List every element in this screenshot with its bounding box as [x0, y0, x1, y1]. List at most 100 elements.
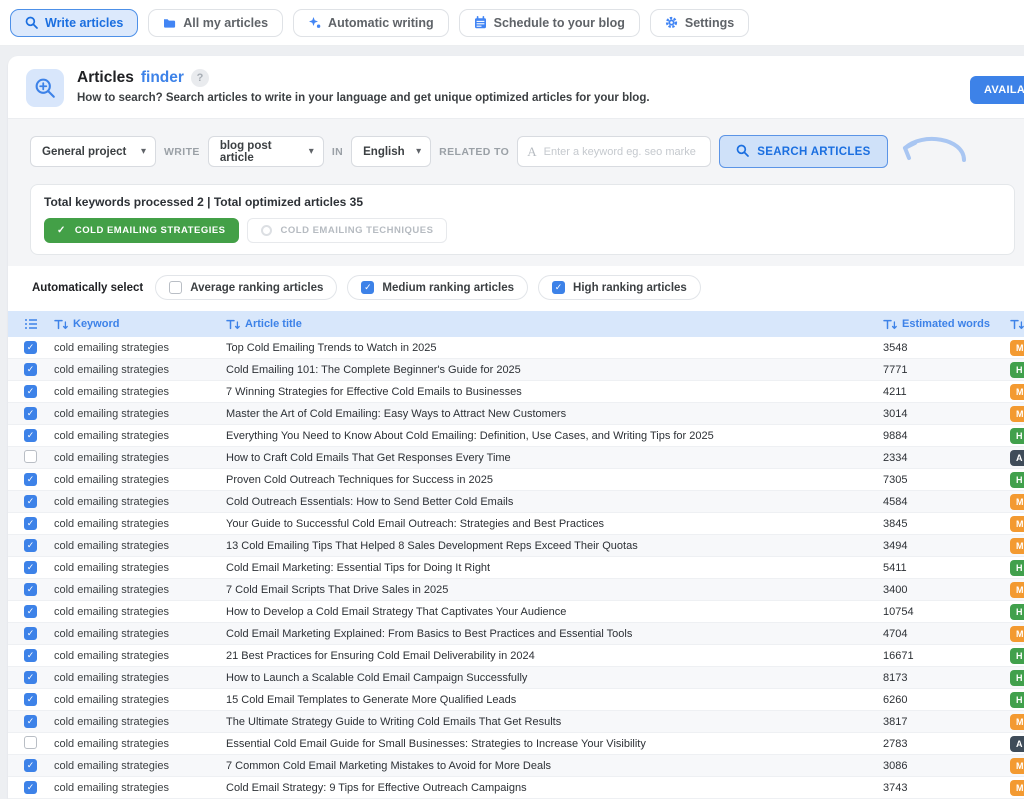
filter-average-ranking[interactable]: Average ranking articles — [155, 275, 338, 300]
row-checkbox[interactable] — [24, 407, 37, 420]
table-row[interactable]: cold emailing strategies Cold Email Mark… — [8, 557, 1024, 579]
row-checkbox[interactable] — [24, 449, 37, 463]
ranking-cell: M — [1010, 757, 1024, 774]
article-title-cell: Cold Email Strategy: 9 Tips for Effectiv… — [226, 781, 527, 794]
ranking-badge: H — [1010, 603, 1024, 620]
row-checkbox[interactable] — [24, 735, 37, 749]
table-row[interactable]: cold emailing strategies Top Cold Emaili… — [8, 337, 1024, 359]
row-checkbox[interactable] — [24, 473, 37, 486]
row-checkbox-cell — [24, 495, 54, 508]
row-checkbox[interactable] — [24, 649, 37, 662]
row-checkbox[interactable] — [24, 781, 37, 794]
keyword-input[interactable] — [543, 145, 702, 158]
row-checkbox[interactable] — [24, 341, 37, 354]
ranking-badge: H — [1010, 471, 1024, 488]
write-label: WRITE — [164, 145, 200, 158]
checkbox[interactable] — [361, 281, 375, 294]
filter-high-ranking[interactable]: High ranking articles — [538, 275, 701, 300]
ranking-cell: M — [1010, 383, 1024, 400]
language-select[interactable]: English ▾ — [351, 136, 432, 167]
table-row[interactable]: cold emailing strategies The Ultimate St… — [8, 711, 1024, 733]
ranking-cell: M — [1010, 581, 1024, 598]
auto-select-label: Automatically select — [32, 281, 144, 294]
tab-settings[interactable]: Settings — [649, 8, 750, 37]
row-checkbox[interactable] — [24, 759, 37, 772]
keyword-tag-selected[interactable]: ✓ COLD EMAILING STRATEGIES — [44, 218, 239, 243]
row-checkbox[interactable] — [24, 671, 37, 684]
ranking-badge: M — [1010, 779, 1024, 796]
table-row[interactable]: cold emailing strategies How to Develop … — [8, 601, 1024, 623]
article-type-select[interactable]: blog post article ▾ — [207, 136, 324, 167]
search-icon — [25, 16, 38, 29]
checkbox[interactable] — [169, 281, 183, 294]
row-checkbox[interactable] — [24, 429, 37, 442]
column-header-article-title[interactable]: Article title — [226, 318, 883, 330]
row-checkbox[interactable] — [24, 605, 37, 618]
column-header-ranking[interactable] — [1010, 319, 1024, 330]
available-button[interactable]: AVAILABLE — [970, 76, 1024, 104]
sort-icon — [226, 319, 240, 329]
row-checkbox[interactable] — [24, 627, 37, 640]
checkbox[interactable] — [552, 281, 566, 294]
table-row[interactable]: cold emailing strategies 7 Cold Email Sc… — [8, 579, 1024, 601]
ranking-badge: M — [1010, 493, 1024, 510]
article-title-cell: Top Cold Emailing Trends to Watch in 202… — [226, 341, 437, 354]
article-title-cell: 15 Cold Email Templates to Generate More… — [226, 693, 517, 706]
table-row[interactable]: cold emailing strategies Cold Email Mark… — [8, 623, 1024, 645]
table-row[interactable]: cold emailing strategies Essential Cold … — [8, 733, 1024, 755]
gear-icon — [665, 16, 678, 29]
table-row[interactable]: cold emailing strategies 15 Cold Email T… — [8, 689, 1024, 711]
row-checkbox[interactable] — [24, 583, 37, 596]
row-checkbox[interactable] — [24, 693, 37, 706]
column-header-estimated-words[interactable]: Estimated words — [883, 318, 1010, 330]
keyword-cell: cold emailing strategies — [54, 627, 169, 640]
row-checkbox[interactable] — [24, 385, 37, 398]
ranking-cell: M — [1010, 405, 1024, 422]
article-title-cell: How to Launch a Scalable Cold Email Camp… — [226, 671, 528, 684]
row-checkbox[interactable] — [24, 495, 37, 508]
article-title-cell: 7 Cold Email Scripts That Drive Sales in… — [226, 583, 449, 596]
row-checkbox[interactable] — [24, 539, 37, 552]
table-row[interactable]: cold emailing strategies Everything You … — [8, 425, 1024, 447]
table-row[interactable]: cold emailing strategies Your Guide to S… — [8, 513, 1024, 535]
estimated-words-cell: 3845 — [883, 517, 908, 530]
help-icon[interactable]: ? — [190, 69, 209, 87]
filter-medium-ranking[interactable]: Medium ranking articles — [347, 275, 529, 300]
search-articles-button[interactable]: SEARCH ARTICLES — [719, 135, 888, 168]
project-select[interactable]: General project ▾ — [30, 136, 156, 167]
table-row[interactable]: cold emailing strategies Cold Outreach E… — [8, 491, 1024, 513]
row-checkbox-cell — [24, 561, 54, 574]
table-row[interactable]: cold emailing strategies Master the Art … — [8, 403, 1024, 425]
row-checkbox-cell — [24, 517, 54, 530]
tab-schedule-to-blog[interactable]: Schedule to your blog — [458, 8, 640, 37]
keyword-tag-unselected[interactable]: COLD EMAILING TECHNIQUES — [246, 218, 448, 243]
table-row[interactable]: cold emailing strategies Proven Cold Out… — [8, 469, 1024, 491]
table-row[interactable]: cold emailing strategies How to Craft Co… — [8, 447, 1024, 469]
row-checkbox[interactable] — [24, 561, 37, 574]
table-row[interactable]: cold emailing strategies Cold Email Stra… — [8, 777, 1024, 799]
row-checkbox[interactable] — [24, 363, 37, 376]
row-checkbox[interactable] — [24, 715, 37, 728]
table-row[interactable]: cold emailing strategies 7 Common Cold E… — [8, 755, 1024, 777]
column-header-keyword[interactable]: Keyword — [54, 318, 226, 330]
keyword-cell: cold emailing strategies — [54, 495, 169, 508]
table-row[interactable]: cold emailing strategies Cold Emailing 1… — [8, 359, 1024, 381]
estimated-words-cell: 3086 — [883, 759, 908, 772]
tab-automatic-writing[interactable]: Automatic writing — [293, 8, 449, 37]
table-row[interactable]: cold emailing strategies How to Launch a… — [8, 667, 1024, 689]
tab-write-articles[interactable]: Write articles — [10, 8, 139, 37]
table-row[interactable]: cold emailing strategies 21 Best Practic… — [8, 645, 1024, 667]
estimated-words-cell: 16671 — [883, 649, 914, 662]
keyword-cell: cold emailing strategies — [54, 451, 169, 464]
article-title-cell: Cold Email Marketing: Essential Tips for… — [226, 561, 491, 574]
row-checkbox-cell — [24, 671, 54, 684]
table-row[interactable]: cold emailing strategies 13 Cold Emailin… — [8, 535, 1024, 557]
tab-all-my-articles[interactable]: All my articles — [148, 8, 284, 37]
curved-arrow-annotation — [898, 130, 972, 173]
article-title-cell: The Ultimate Strategy Guide to Writing C… — [226, 715, 562, 728]
table-row[interactable]: cold emailing strategies 7 Winning Strat… — [8, 381, 1024, 403]
ranking-cell: M — [1010, 339, 1024, 356]
estimated-words-cell: 9884 — [883, 429, 908, 442]
row-checkbox[interactable] — [24, 517, 37, 530]
column-select-all[interactable] — [24, 318, 54, 330]
